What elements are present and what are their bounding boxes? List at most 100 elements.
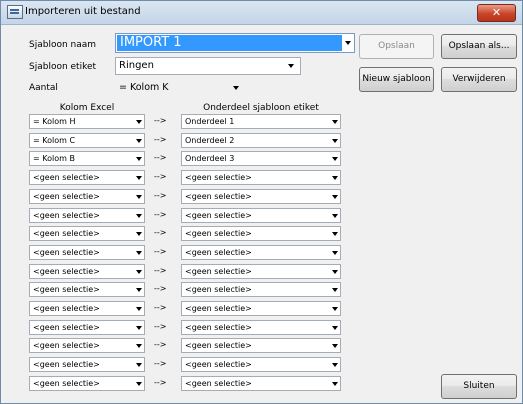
chevron-down-icon[interactable] [332, 119, 338, 124]
nieuw-sjabloon-button[interactable]: Nieuw sjabloon [359, 67, 434, 92]
onderdeel-combo[interactable]: <geen selectie> [181, 189, 341, 204]
chevron-down-icon[interactable] [332, 269, 338, 274]
onderdeel-header: Onderdeel sjabloon etiket [203, 103, 319, 113]
onderdeel-combo[interactable]: <geen selectie> [181, 170, 341, 185]
verwijderen-button[interactable]: Verwijderen [441, 67, 517, 92]
onderdeel-value: <geen selectie> [185, 211, 252, 220]
kolom-excel-combo[interactable]: <geen selectie> [29, 189, 145, 204]
kolom-excel-combo[interactable]: <geen selectie> [29, 208, 145, 223]
onderdeel-value: <geen selectie> [185, 192, 252, 201]
kolom-excel-combo[interactable]: <geen selectie> [29, 226, 145, 241]
mapping-arrow: --> [154, 340, 167, 349]
chevron-down-icon[interactable] [136, 381, 142, 386]
onderdeel-combo[interactable]: Onderdeel 2 [181, 133, 341, 148]
kolom-excel-combo[interactable]: <geen selectie> [29, 376, 145, 391]
kolom-excel-value: = Kolom B [33, 154, 75, 163]
kolom-excel-value: <geen selectie> [33, 192, 100, 201]
kolom-excel-combo[interactable]: <geen selectie> [29, 301, 145, 316]
chevron-down-icon[interactable] [332, 250, 338, 255]
chevron-down-icon[interactable] [332, 362, 338, 367]
onderdeel-combo[interactable]: <geen selectie> [181, 208, 341, 223]
onderdeel-combo[interactable]: <geen selectie> [181, 245, 341, 260]
onderdeel-value: <geen selectie> [185, 379, 252, 388]
onderdeel-combo[interactable]: Onderdeel 3 [181, 151, 341, 166]
kolom-excel-combo[interactable]: = Kolom H [29, 114, 145, 129]
sjabloon-naam-value[interactable]: IMPORT 1 [117, 35, 342, 51]
onderdeel-combo[interactable]: <geen selectie> [181, 320, 341, 335]
chevron-down-icon[interactable] [332, 306, 338, 311]
opslaan-button[interactable]: Opslaan [359, 34, 434, 59]
mapping-arrow: --> [154, 266, 167, 275]
chevron-down-icon[interactable] [136, 119, 142, 124]
chevron-down-icon[interactable] [136, 269, 142, 274]
aantal-label: Aantal [29, 83, 58, 93]
chevron-down-icon[interactable] [136, 138, 142, 143]
chevron-down-icon[interactable] [345, 41, 351, 45]
mapping-arrow: --> [154, 135, 167, 144]
chevron-down-icon[interactable] [136, 175, 142, 180]
sjabloon-etiket-value: Ringen [119, 60, 154, 71]
chevron-down-icon[interactable] [136, 156, 142, 161]
chevron-down-icon[interactable] [332, 343, 338, 348]
sjabloon-etiket-combo[interactable]: Ringen [115, 57, 301, 75]
kolom-excel-value: <geen selectie> [33, 379, 100, 388]
kolom-excel-value: <geen selectie> [33, 304, 100, 313]
kolom-excel-combo[interactable]: <geen selectie> [29, 264, 145, 279]
onderdeel-value: <geen selectie> [185, 267, 252, 276]
onderdeel-value: Onderdeel 2 [185, 136, 235, 145]
chevron-down-icon[interactable] [332, 213, 338, 218]
sluiten-button[interactable]: Sluiten [441, 374, 517, 399]
chevron-down-icon[interactable] [332, 231, 338, 236]
onderdeel-combo[interactable]: <geen selectie> [181, 338, 341, 353]
onderdeel-value: <geen selectie> [185, 229, 252, 238]
onderdeel-combo[interactable]: <geen selectie> [181, 282, 341, 297]
title-bar[interactable]: Importeren uit bestand ✕ [1, 1, 522, 25]
onderdeel-combo[interactable]: <geen selectie> [181, 264, 341, 279]
sjabloon-naam-combo[interactable]: IMPORT 1 [115, 33, 355, 53]
close-button[interactable]: ✕ [477, 4, 516, 22]
onderdeel-value: <geen selectie> [185, 285, 252, 294]
kolom-excel-combo[interactable]: <geen selectie> [29, 282, 145, 297]
window-title: Importeren uit bestand [25, 6, 141, 17]
chevron-down-icon[interactable] [233, 85, 239, 90]
chevron-down-icon[interactable] [136, 343, 142, 348]
chevron-down-icon[interactable] [332, 325, 338, 330]
onderdeel-combo[interactable]: <geen selectie> [181, 357, 341, 372]
chevron-down-icon[interactable] [136, 362, 142, 367]
onderdeel-combo[interactable]: <geen selectie> [181, 376, 341, 391]
aantal-combo[interactable]: = Kolom K [115, 79, 245, 96]
chevron-down-icon[interactable] [136, 213, 142, 218]
kolom-excel-combo[interactable]: <geen selectie> [29, 357, 145, 372]
mapping-arrow: --> [154, 247, 167, 256]
chevron-down-icon[interactable] [136, 250, 142, 255]
chevron-down-icon[interactable] [288, 64, 294, 68]
kolom-excel-combo[interactable]: = Kolom C [29, 133, 145, 148]
onderdeel-value: <geen selectie> [185, 323, 252, 332]
kolom-excel-combo[interactable]: <geen selectie> [29, 320, 145, 335]
chevron-down-icon[interactable] [136, 287, 142, 292]
kolom-excel-value: <geen selectie> [33, 267, 100, 276]
chevron-down-icon[interactable] [136, 306, 142, 311]
kolom-excel-combo[interactable]: <geen selectie> [29, 338, 145, 353]
onderdeel-combo[interactable]: <geen selectie> [181, 226, 341, 241]
chevron-down-icon[interactable] [332, 156, 338, 161]
chevron-down-icon[interactable] [332, 138, 338, 143]
onderdeel-value: <geen selectie> [185, 360, 252, 369]
mapping-arrow: --> [154, 172, 167, 181]
window-icon [7, 5, 23, 19]
chevron-down-icon[interactable] [332, 194, 338, 199]
chevron-down-icon[interactable] [332, 381, 338, 386]
mapping-arrow: --> [154, 303, 167, 312]
kolom-excel-combo[interactable]: = Kolom B [29, 151, 145, 166]
onderdeel-combo[interactable]: <geen selectie> [181, 301, 341, 316]
chevron-down-icon[interactable] [136, 325, 142, 330]
kolom-excel-combo[interactable]: <geen selectie> [29, 245, 145, 260]
chevron-down-icon[interactable] [332, 287, 338, 292]
chevron-down-icon[interactable] [136, 194, 142, 199]
mapping-arrow: --> [154, 284, 167, 293]
kolom-excel-combo[interactable]: <geen selectie> [29, 170, 145, 185]
chevron-down-icon[interactable] [136, 231, 142, 236]
onderdeel-combo[interactable]: Onderdeel 1 [181, 114, 341, 129]
opslaan-als-button[interactable]: Opslaan als... [441, 34, 517, 59]
chevron-down-icon[interactable] [332, 175, 338, 180]
